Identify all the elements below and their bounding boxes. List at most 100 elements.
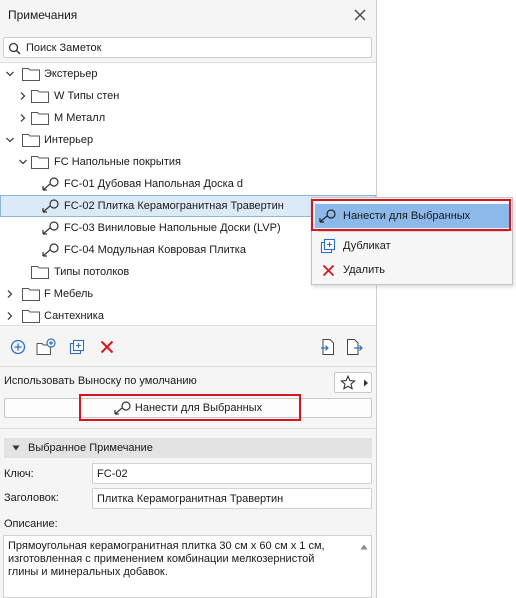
callout-note-icon xyxy=(114,401,131,415)
chevron-down-icon xyxy=(6,71,14,77)
description-label: Описание: xyxy=(4,518,58,530)
star-icon xyxy=(340,374,356,390)
notes-panel: Примечания Экстерьер W Типы стен xyxy=(0,0,377,598)
menu-item-label: Дубликат xyxy=(343,240,391,252)
tree-item-interior[interactable]: Интерьер xyxy=(0,129,376,151)
tree-item-exterior[interactable]: Экстерьер xyxy=(0,63,376,85)
import-icon xyxy=(321,339,334,355)
expand-toggle[interactable] xyxy=(5,69,15,79)
tree-item-label: FC-01 Дубовая Напольная Доска d xyxy=(64,178,243,190)
search-icon xyxy=(8,42,21,55)
expand-toggle[interactable] xyxy=(5,289,15,299)
menu-item-delete[interactable]: Удалить xyxy=(315,258,510,282)
chevron-right-icon xyxy=(7,290,13,298)
tree-item-label: Типы потолков xyxy=(54,266,130,278)
folder-icon xyxy=(31,112,49,125)
expand-toggle[interactable] xyxy=(18,91,28,101)
key-label: Ключ: xyxy=(4,468,34,480)
chevron-right-icon xyxy=(20,114,26,122)
menu-item-apply-selected[interactable]: Нанести для Выбранных xyxy=(315,204,510,228)
tree-item-floor-coverings[interactable]: FC Напольные покрытия xyxy=(0,151,376,173)
expand-toggle[interactable] xyxy=(18,113,28,123)
export-icon xyxy=(347,339,363,355)
search-input[interactable] xyxy=(26,40,366,55)
tree-item-wall-types[interactable]: W Типы стен xyxy=(0,85,376,107)
tree-item-label: FC-02 Плитка Керамогранитная Травертин xyxy=(64,200,284,212)
delete-x-icon xyxy=(322,264,334,276)
tree-note-fc-01[interactable]: FC-01 Дубовая Напольная Доска d xyxy=(0,173,376,195)
callout-note-icon xyxy=(42,199,59,213)
tree-item-metal[interactable]: M Металл xyxy=(0,107,376,129)
panel-title-bar: Примечания xyxy=(0,0,377,32)
callout-note-icon xyxy=(42,243,59,257)
duplicate-icon xyxy=(320,238,336,254)
tree-item-label: F Мебель xyxy=(44,288,94,300)
tree-item-label: FC-04 Модульная Ковровая Плитка xyxy=(64,244,246,256)
callout-note-icon xyxy=(42,177,59,191)
scroll-up-icon xyxy=(360,544,368,550)
notes-toolbar xyxy=(0,332,376,362)
apply-to-selected-button[interactable]: Нанести для Выбранных xyxy=(4,398,372,418)
description-field[interactable]: Прямоугольная керамогранитная плитка 30 … xyxy=(3,535,372,598)
chevron-down-icon xyxy=(6,137,14,143)
divider xyxy=(0,428,376,429)
description-text: Прямоугольная керамогранитная плитка 30 … xyxy=(8,540,325,578)
search-box[interactable] xyxy=(3,37,372,58)
folder-icon xyxy=(31,156,49,169)
folder-icon xyxy=(31,90,49,103)
menu-item-label: Удалить xyxy=(343,264,385,276)
folder-icon xyxy=(31,266,49,279)
menu-item-duplicate[interactable]: Дубликат xyxy=(315,234,510,258)
tree-item-label: W Типы стен xyxy=(54,90,120,102)
section-title: Выбранное Примечание xyxy=(28,442,153,454)
tree-item-plumbing[interactable]: Сантехника xyxy=(0,305,376,327)
chevron-right-icon xyxy=(364,379,368,386)
triangle-down-icon xyxy=(12,445,20,451)
tree-item-label: Экстерьер xyxy=(44,68,98,80)
expand-toggle[interactable] xyxy=(5,135,15,145)
menu-item-label: Нанести для Выбранных xyxy=(343,210,471,222)
close-button[interactable] xyxy=(350,5,370,25)
title-label: Заголовок: xyxy=(4,492,59,504)
add-circle-icon xyxy=(10,339,26,355)
new-folder-icon xyxy=(36,338,56,355)
folder-icon xyxy=(22,134,40,147)
delete-x-icon xyxy=(100,340,114,354)
chevron-right-icon xyxy=(7,312,13,320)
export-button[interactable] xyxy=(345,337,365,357)
scroll-up-button[interactable] xyxy=(359,540,369,554)
key-field[interactable] xyxy=(92,463,372,484)
callout-note-icon xyxy=(42,221,59,235)
selected-note-section-header[interactable]: Выбранное Примечание xyxy=(4,438,372,458)
tree-item-furniture[interactable]: F Мебель xyxy=(0,283,376,305)
folder-icon xyxy=(22,310,40,323)
divider xyxy=(0,366,376,367)
tree-item-label: M Металл xyxy=(54,112,106,124)
duplicate-button[interactable] xyxy=(67,337,87,357)
panel-title: Примечания xyxy=(8,8,78,22)
expand-toggle[interactable] xyxy=(5,311,15,321)
folder-icon xyxy=(22,288,40,301)
tree-item-label: Сантехника xyxy=(44,310,104,322)
context-menu: Нанести для Выбранных Дубликат Удалить xyxy=(311,197,513,285)
default-callout-label: Использовать Выноску по умолчанию xyxy=(4,375,197,387)
chevron-down-icon xyxy=(19,159,27,165)
close-icon xyxy=(354,9,366,21)
add-folder-button[interactable] xyxy=(36,337,56,357)
import-button[interactable] xyxy=(318,337,338,357)
add-note-button[interactable] xyxy=(8,337,28,357)
expand-toggle[interactable] xyxy=(18,157,28,167)
callout-note-icon xyxy=(319,209,336,223)
tree-item-label: FC Напольные покрытия xyxy=(54,156,181,168)
title-field[interactable] xyxy=(92,488,372,509)
menu-divider xyxy=(318,231,508,232)
duplicate-icon xyxy=(69,339,85,355)
delete-button[interactable] xyxy=(97,337,117,357)
tree-item-label: FC-03 Виниловые Напольные Доски (LVP) xyxy=(64,222,281,234)
favorites-button[interactable] xyxy=(334,372,372,393)
notes-tree: Экстерьер W Типы стен M Металл Интерьер xyxy=(0,62,376,326)
apply-button-label: Нанести для Выбранных xyxy=(134,402,263,414)
chevron-right-icon xyxy=(20,92,26,100)
tree-item-label: Интерьер xyxy=(44,134,94,146)
folder-icon xyxy=(22,68,40,81)
